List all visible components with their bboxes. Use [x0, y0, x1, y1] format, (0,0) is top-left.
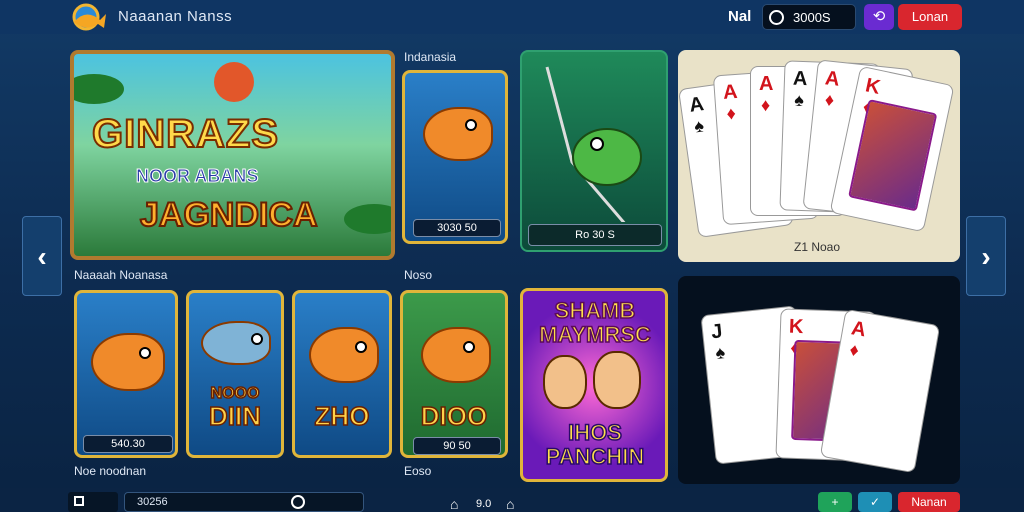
chevron-right-icon: › — [981, 241, 991, 272]
tile-name: DIIN — [208, 400, 262, 432]
refresh-icon: ⟲ — [872, 8, 886, 25]
app-logo-icon — [72, 3, 106, 31]
show-bottom-1: IHOS — [567, 420, 622, 446]
game-tile-fish-4[interactable]: DIOO 90 50 — [400, 290, 508, 458]
balance-value: 3000S — [793, 10, 831, 25]
section-label-top: Indanasia — [404, 50, 457, 64]
card-suit-icon: ♦ — [823, 89, 836, 111]
show-title-2: MAYMRSC — [538, 322, 651, 348]
balance-display: 3000S — [762, 4, 856, 30]
confirm-button[interactable]: ✓ — [858, 492, 892, 512]
menu-button[interactable] — [68, 492, 118, 512]
lantern-decoration — [214, 62, 254, 102]
tile-price: Ro 30 S — [528, 224, 662, 246]
hero-subtitle: NOOR ABANS — [135, 166, 259, 187]
fish-on-hook-icon — [545, 66, 642, 222]
show-title: SHAMB MAYMRSC — [529, 298, 661, 348]
hero-game-banner[interactable]: GINRAZS NOOR ABANS JAGNDICA — [70, 50, 395, 260]
fish-icon — [201, 321, 271, 365]
user-label: Nal — [728, 8, 752, 25]
refresh-button[interactable]: ⟲ — [864, 4, 894, 30]
game-tile-show[interactable]: SHAMB MAYMRSC IHOS PANCHIN — [520, 288, 668, 482]
card-suit-icon: ♠ — [793, 89, 805, 111]
character-face-icon — [593, 351, 641, 409]
search-value: 30256 — [137, 496, 168, 508]
add-button[interactable]: + — [818, 492, 852, 512]
tile-price: 3030 50 — [413, 219, 501, 237]
card-rank: A — [792, 67, 808, 91]
show-bottom-2: PANCHIN — [545, 444, 645, 470]
show-bottom-title: IHOS PANCHIN — [529, 420, 661, 470]
app-title: Naaanan Nanss — [118, 8, 233, 25]
character-face-icon — [543, 355, 587, 409]
game-tile-fish-top[interactable]: 3030 50 — [402, 70, 508, 244]
card-suit-icon: ♦ — [848, 339, 861, 361]
deposit-button[interactable]: Nanan — [898, 492, 960, 512]
game-tile-cards-bottom[interactable]: J♠K♦A♦ — [678, 276, 960, 484]
fish-icon — [421, 327, 491, 383]
section-label-bottom-left: Noe noodnan — [74, 464, 147, 478]
search-icon — [291, 495, 305, 509]
coin-icon — [769, 10, 784, 25]
card-suit-icon: ♦ — [761, 95, 771, 115]
card-rank: K — [788, 315, 804, 339]
fish-icon — [309, 327, 379, 383]
show-title-1: SHAMB — [554, 298, 636, 324]
grid-icon — [74, 496, 84, 506]
page-info: 9.0 — [476, 498, 492, 510]
home-icon[interactable]: ⌂ — [450, 496, 458, 512]
fish-icon — [91, 333, 165, 391]
tile-name: ZHO — [314, 400, 370, 432]
carousel-prev-button[interactable]: ‹ — [22, 216, 62, 296]
section-label-mid-left: Naaaah Noanasa — [74, 268, 168, 282]
card-suit-icon: ♦ — [725, 103, 737, 124]
game-tile-fish-1[interactable]: 540.30 — [74, 290, 178, 458]
logout-button[interactable]: Lonan — [898, 4, 962, 30]
card-rank: A — [824, 67, 841, 91]
card-rank: A — [722, 80, 739, 104]
hero-title: GINRAZS — [91, 111, 279, 157]
card-suit-icon: ♠ — [692, 115, 706, 137]
leaf-decoration — [74, 74, 124, 104]
search-input[interactable]: 30256 — [124, 492, 364, 512]
carousel-next-button[interactable]: › — [966, 216, 1006, 296]
hero-subtitle-2: JAGNDICA — [139, 195, 319, 235]
tile-name: DIOO — [420, 400, 488, 432]
home-icon-2[interactable]: ⌂ — [506, 496, 514, 512]
fish-icon — [423, 107, 493, 161]
game-tile-cards-top[interactable]: A♠A♦A♦A♠A♦K♦ Z1 Noao — [678, 50, 960, 262]
game-tile-fishing[interactable]: Ro 30 S — [520, 50, 668, 252]
card-suit-icon: ♠ — [714, 342, 726, 364]
section-label-mid-right: Noso — [404, 268, 433, 282]
card-rank: J — [710, 320, 724, 344]
chevron-left-icon: ‹ — [37, 241, 47, 272]
tile-price: 90 50 — [413, 437, 501, 455]
section-label-bottom-right: Eoso — [404, 464, 432, 478]
tile-price: 540.30 — [83, 435, 173, 453]
tile-caption: Z1 Noao — [794, 240, 841, 254]
game-tile-fish-3[interactable]: ZHO — [292, 290, 392, 458]
game-tile-fish-2[interactable]: NOOO DIIN — [186, 290, 284, 458]
leaf-decoration — [344, 204, 391, 234]
card-rank: A — [759, 73, 774, 95]
